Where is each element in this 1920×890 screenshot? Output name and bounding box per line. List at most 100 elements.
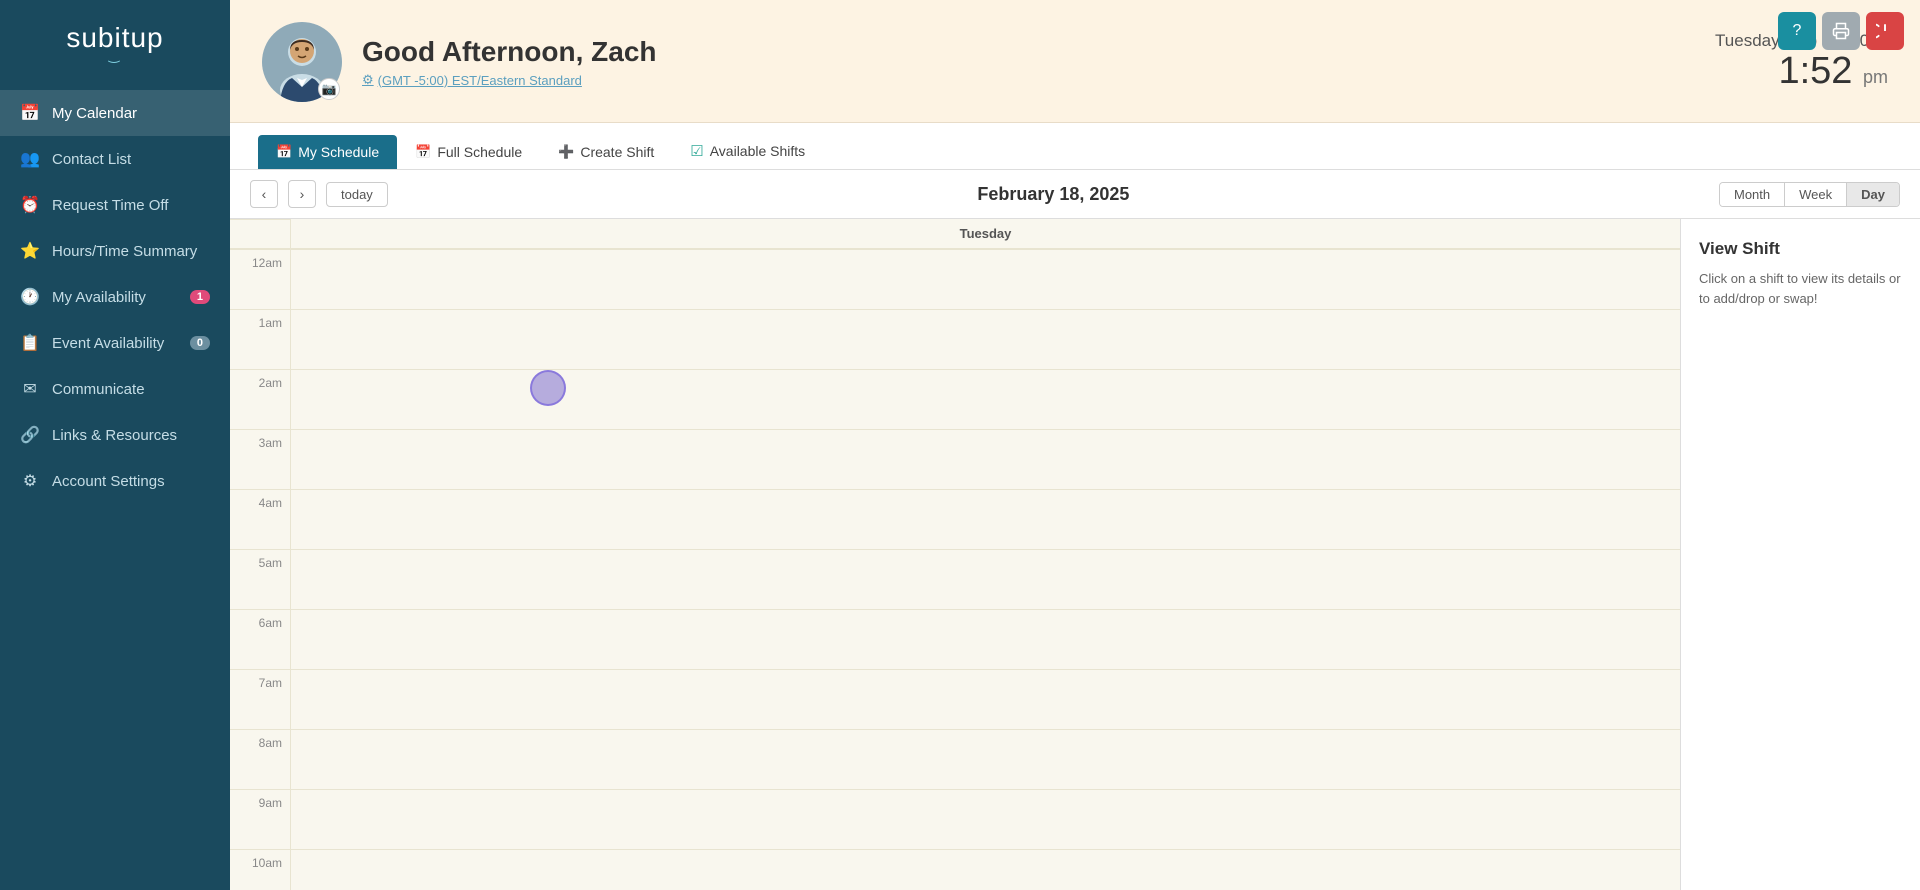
sidebar-label-account-settings: Account Settings [52, 473, 165, 490]
timezone-label: (GMT -5:00) EST/Eastern Standard [378, 73, 582, 88]
my-availability-icon: 🕐 [20, 287, 40, 307]
time-col-header [230, 219, 290, 249]
sidebar-item-links-resources[interactable]: 🔗 Links & Resources [0, 412, 230, 458]
calendar-date-title: February 18, 2025 [398, 184, 1709, 205]
time-label-12am: 12am [230, 249, 290, 309]
month-view-button[interactable]: Month [1720, 183, 1785, 206]
check-icon: ☑ [690, 142, 703, 160]
calendar-grid-inner: Tuesday 12am1am2am3am4am5am6am7am8am9am1… [230, 219, 1680, 890]
cal-cell-1am[interactable] [290, 309, 1680, 369]
right-panel-title: View Shift [1699, 239, 1902, 259]
timezone-link[interactable]: ⚙ (GMT -5:00) EST/Eastern Standard [362, 72, 657, 88]
gear-icon: ⚙ [362, 72, 374, 88]
power-button[interactable] [1866, 12, 1904, 50]
tab-my-schedule-label: My Schedule [298, 144, 379, 160]
account-settings-icon: ⚙ [20, 471, 40, 491]
day-col-header: Tuesday [290, 219, 1680, 249]
avatar-wrap: 📷 [262, 22, 342, 102]
plus-icon: ➕ [558, 144, 574, 160]
sidebar-item-communicate[interactable]: ✉ Communicate [0, 366, 230, 412]
time-label-6am: 6am [230, 609, 290, 669]
today-button[interactable]: today [326, 182, 388, 207]
right-panel: View Shift Click on a shift to view its … [1680, 219, 1920, 890]
calendar-body: Tuesday 12am1am2am3am4am5am6am7am8am9am1… [230, 219, 1920, 890]
time-label-2am: 2am [230, 369, 290, 429]
time-label-9am: 9am [230, 789, 290, 849]
my-calendar-icon: 📅 [20, 103, 40, 123]
time-value: 1:52 [1778, 50, 1852, 92]
calendar-icon-2: 📅 [415, 144, 431, 160]
cal-cell-12am[interactable] [290, 249, 1680, 309]
right-panel-description: Click on a shift to view its details or … [1699, 269, 1902, 308]
badge-event-availability: 0 [190, 336, 210, 350]
main-content: 📷 Good Afternoon, Zach ⚙ (GMT -5:00) EST… [230, 0, 1920, 890]
tab-available-shifts[interactable]: ☑ Available Shifts [672, 133, 823, 169]
greeting-text: Good Afternoon, Zach [362, 36, 657, 68]
time-label-7am: 7am [230, 669, 290, 729]
cal-cell-6am[interactable] [290, 609, 1680, 669]
time-label-1am: 1am [230, 309, 290, 369]
time-label-10am: 10am [230, 849, 290, 890]
cal-cell-10am[interactable] [290, 849, 1680, 890]
sidebar-item-hours-time-summary[interactable]: ⭐ Hours/Time Summary [0, 228, 230, 274]
sidebar-item-my-availability[interactable]: 🕐 My Availability 1 [0, 274, 230, 320]
sidebar-item-my-calendar[interactable]: 📅 My Calendar [0, 90, 230, 136]
calendar-grid[interactable]: Tuesday 12am1am2am3am4am5am6am7am8am9am1… [230, 219, 1680, 890]
time-display: 1:52 pm [1715, 51, 1888, 93]
sidebar-label-event-availability: Event Availability [52, 335, 164, 352]
tab-full-schedule-label: Full Schedule [437, 144, 522, 160]
print-button[interactable] [1822, 12, 1860, 50]
header-left: 📷 Good Afternoon, Zach ⚙ (GMT -5:00) EST… [262, 22, 657, 102]
time-label-3am: 3am [230, 429, 290, 489]
sidebar-label-my-availability: My Availability [52, 289, 146, 306]
header-banner: 📷 Good Afternoon, Zach ⚙ (GMT -5:00) EST… [230, 0, 1920, 123]
time-label-4am: 4am [230, 489, 290, 549]
sidebar-item-event-availability[interactable]: 📋 Event Availability 0 [0, 320, 230, 366]
day-col-label: Tuesday [960, 226, 1012, 241]
cal-cell-9am[interactable] [290, 789, 1680, 849]
tab-my-schedule[interactable]: 📅 My Schedule [258, 135, 397, 169]
tab-full-schedule[interactable]: 📅 Full Schedule [397, 135, 540, 169]
calendar-toolbar: ‹ › today February 18, 2025 Month Week D… [230, 170, 1920, 219]
time-label-5am: 5am [230, 549, 290, 609]
links-resources-icon: 🔗 [20, 425, 40, 445]
hours-time-summary-icon: ⭐ [20, 241, 40, 261]
request-time-off-icon: ⏰ [20, 195, 40, 215]
sidebar-label-links-resources: Links & Resources [52, 427, 177, 444]
prev-button[interactable]: ‹ [250, 180, 278, 208]
tab-create-shift-label: Create Shift [580, 144, 654, 160]
sidebar: subitup ‿ 📅 My Calendar 👥 Contact List ⏰… [0, 0, 230, 890]
communicate-icon: ✉ [20, 379, 40, 399]
time-ampm: pm [1863, 67, 1888, 87]
event-availability-icon: 📋 [20, 333, 40, 353]
week-view-button[interactable]: Week [1785, 183, 1847, 206]
greeting-section: Good Afternoon, Zach ⚙ (GMT -5:00) EST/E… [362, 36, 657, 88]
cal-cell-8am[interactable] [290, 729, 1680, 789]
tab-create-shift[interactable]: ➕ Create Shift [540, 135, 672, 169]
nav-menu: 📅 My Calendar 👥 Contact List ⏰ Request T… [0, 90, 230, 504]
sidebar-label-request-time-off: Request Time Off [52, 197, 168, 214]
sidebar-label-contact-list: Contact List [52, 151, 131, 168]
sidebar-item-account-settings[interactable]: ⚙ Account Settings [0, 458, 230, 504]
avatar-camera-button[interactable]: 📷 [318, 78, 340, 100]
next-button[interactable]: › [288, 180, 316, 208]
sidebar-logo: subitup ‿ [0, 0, 230, 82]
calendar-icon: 📅 [276, 144, 292, 160]
day-view-button[interactable]: Day [1847, 183, 1899, 206]
top-right-icons: ? [1778, 12, 1904, 50]
badge-my-availability: 1 [190, 290, 210, 304]
sidebar-label-hours-time-summary: Hours/Time Summary [52, 243, 197, 260]
sidebar-item-contact-list[interactable]: 👥 Contact List [0, 136, 230, 182]
help-button[interactable]: ? [1778, 12, 1816, 50]
sidebar-item-request-time-off[interactable]: ⏰ Request Time Off [0, 182, 230, 228]
cal-cell-3am[interactable] [290, 429, 1680, 489]
tab-available-shifts-label: Available Shifts [710, 143, 805, 159]
view-btn-group: Month Week Day [1719, 182, 1900, 207]
sidebar-label-my-calendar: My Calendar [52, 105, 137, 122]
cal-cell-4am[interactable] [290, 489, 1680, 549]
cal-cell-7am[interactable] [290, 669, 1680, 729]
sidebar-label-communicate: Communicate [52, 381, 145, 398]
cal-cell-5am[interactable] [290, 549, 1680, 609]
cal-cell-2am[interactable] [290, 369, 1680, 429]
contact-list-icon: 👥 [20, 149, 40, 169]
